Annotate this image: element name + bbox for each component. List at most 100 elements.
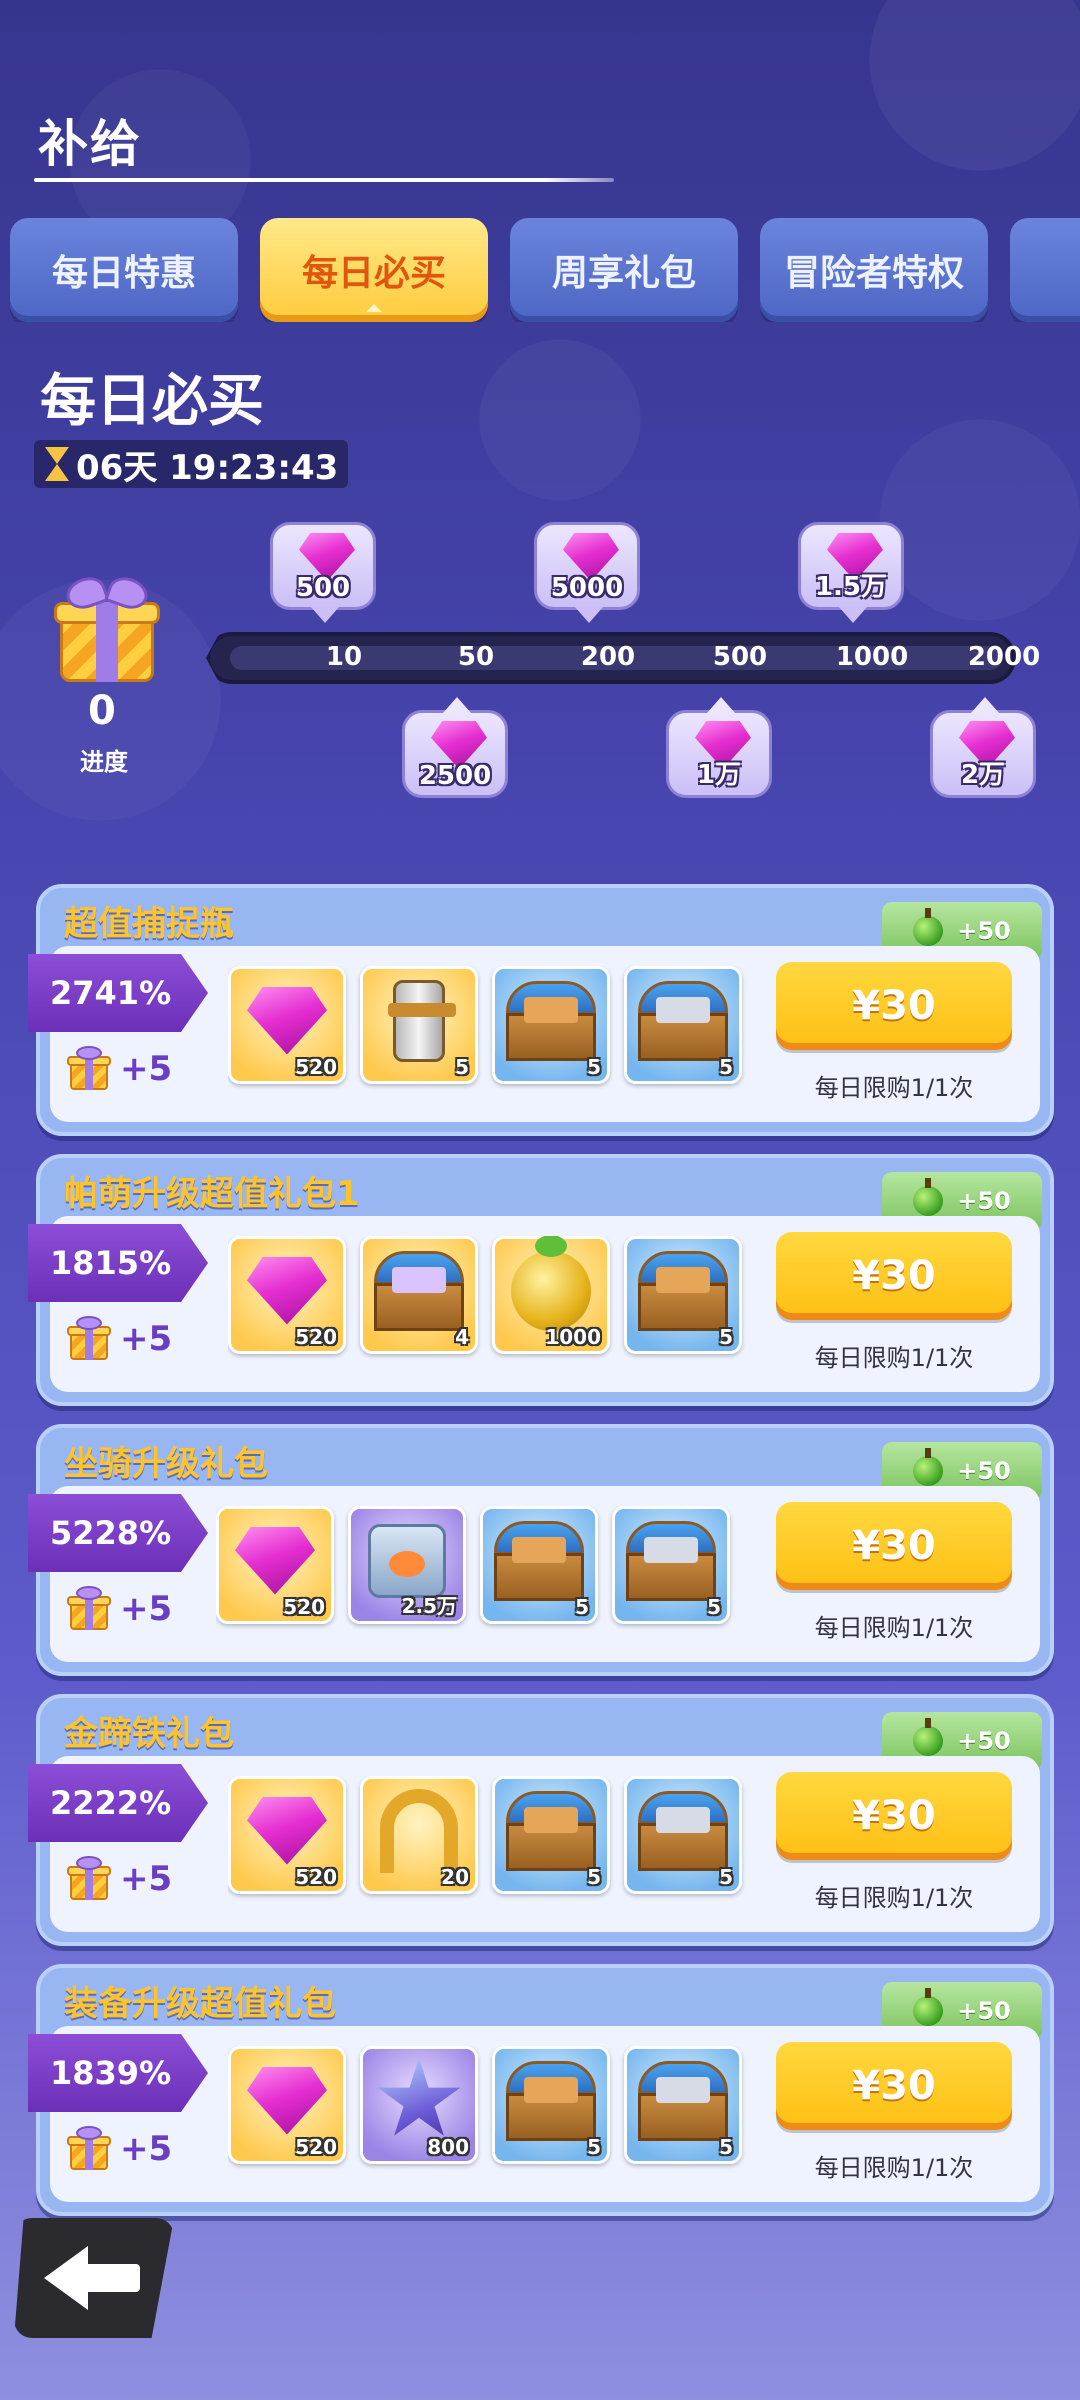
reward-item[interactable]: 520 (228, 1236, 346, 1354)
reward-item[interactable]: 4 (360, 1236, 478, 1354)
reward-item[interactable]: 1000 (492, 1236, 610, 1354)
buy-button[interactable]: ¥30 (776, 1502, 1012, 1590)
reward-item[interactable]: 20 (360, 1776, 478, 1894)
tab-daily-must-buy[interactable]: 每日必买 (260, 218, 488, 322)
green-apple-icon (913, 1448, 944, 1486)
buy-button[interactable]: ¥30 (776, 1232, 1012, 1320)
tab-bar: 每日特惠 每日必买 周享礼包 冒险者特权 营地 (10, 218, 1080, 322)
reward-item[interactable]: 5 (492, 1776, 610, 1894)
countdown-text: 06天 19:23:43 (76, 447, 339, 488)
value-percent-tag: 1839% (28, 2034, 208, 2112)
reward-item[interactable]: 5 (480, 1506, 598, 1624)
tab-camp[interactable]: 营地 (1010, 218, 1080, 322)
value-percent-tag: 2741% (28, 954, 208, 1032)
gift-icon (66, 2126, 112, 2172)
reward-item[interactable]: 800 (360, 2046, 478, 2164)
purchase-limit: 每日限购1/1次 (814, 1074, 974, 1102)
tab-daily-deals[interactable]: 每日特惠 (10, 218, 238, 322)
page-title: 补给 (38, 115, 142, 173)
offer-body: 5228% +5 520 2.5万 5 5 ¥30 每日限购1/1次 (28, 1486, 1040, 1662)
milestone-label: 500 (712, 642, 768, 672)
purchase-limit: 每日限购1/1次 (814, 1614, 974, 1642)
bonus-row: +5 (66, 1586, 172, 1632)
purchase-limit: 每日限购1/1次 (814, 1344, 974, 1372)
capture-bottle-icon (388, 979, 456, 1062)
green-apple-icon (913, 908, 944, 946)
milestone-label: 1000 (835, 642, 909, 672)
green-apple-icon (913, 1718, 944, 1756)
wooden-chest-icon (494, 1520, 584, 1601)
reward-item[interactable]: 5 (492, 966, 610, 1084)
section-title: 每日必买 (40, 369, 264, 434)
reward-item[interactable]: 520 (216, 1506, 334, 1624)
offer-card: 超值捕捉瓶 +50 2741% +5 520 5 5 5 ¥30 每日限购1/1… (28, 884, 1054, 1136)
milestone-reward[interactable]: 2500 (402, 697, 508, 798)
reward-item[interactable]: 520 (228, 2046, 346, 2164)
offer-card: 装备升级超值礼包 +50 1839% +5 520 800 5 5 ¥30 每日… (28, 1964, 1054, 2216)
buy-button[interactable]: ¥30 (776, 2042, 1012, 2130)
gem-icon (247, 2066, 327, 2135)
golden-fruit-icon (511, 1236, 591, 1331)
wooden-chest-icon (506, 2060, 596, 2141)
reward-item[interactable]: 5 (624, 2046, 742, 2164)
reward-items: 520 20 5 5 (228, 1776, 768, 1906)
star-crystal-icon (377, 2057, 461, 2136)
back-arrow-icon (44, 2246, 144, 2310)
silver-chest-icon (638, 2060, 728, 2141)
back-button[interactable] (14, 2218, 174, 2338)
reward-item[interactable]: 520 (228, 1776, 346, 1894)
offer-card: 帕萌升级超值礼包1 +50 1815% +5 520 4 1000 5 ¥30 … (28, 1154, 1054, 1406)
title-underline (34, 178, 614, 182)
reward-items: 520 5 5 5 (228, 966, 768, 1096)
offer-body: 1839% +5 520 800 5 5 ¥30 每日限购1/1次 (28, 2026, 1040, 2202)
gem-icon (247, 1256, 327, 1325)
offer-name: 金蹄铁礼包 (64, 1714, 234, 1754)
reward-item[interactable]: 5 (624, 1776, 742, 1894)
reward-item[interactable]: 5 (624, 1236, 742, 1354)
offer-body: 2222% +5 520 20 5 5 ¥30 每日限购1/1次 (28, 1756, 1040, 1932)
bonus-row: +5 (66, 2126, 172, 2172)
silver-chest-icon (626, 1520, 716, 1601)
reward-item[interactable]: 5 (624, 966, 742, 1084)
value-percent-tag: 1815% (28, 1224, 208, 1302)
offer-name: 超值捕捉瓶 (64, 904, 234, 944)
offer-name: 装备升级超值礼包 (64, 1984, 336, 2024)
gift-icon (66, 1586, 112, 1632)
gift-icon (66, 1046, 112, 1092)
silver-chest-icon (638, 980, 728, 1061)
reward-item[interactable]: 5 (492, 2046, 610, 2164)
reward-items: 520 2.5万 5 5 (216, 1506, 756, 1636)
hourglass-icon (42, 445, 72, 483)
reward-items: 520 800 5 5 (228, 2046, 768, 2176)
progress-gift-icon[interactable] (52, 572, 162, 684)
milestone-reward[interactable]: 5000 (534, 522, 640, 623)
reward-item[interactable]: 5 (612, 1506, 730, 1624)
milestone-reward[interactable]: 1万 (666, 697, 772, 798)
milestone-label: 2000 (967, 642, 1041, 672)
pet-food-can-icon (368, 1523, 446, 1598)
milestone-reward[interactable]: 1.5万 (798, 522, 904, 623)
milestone-reward[interactable]: 500 (270, 522, 376, 623)
tab-adventurer-privilege[interactable]: 冒险者特权 (760, 218, 988, 322)
reward-item[interactable]: 520 (228, 966, 346, 1084)
offer-card: 坐骑升级礼包 +50 5228% +5 520 2.5万 5 5 ¥30 每日限… (28, 1424, 1054, 1676)
gift-icon (66, 1316, 112, 1362)
crystal-chest-icon (374, 1250, 464, 1331)
wooden-chest-icon (506, 1790, 596, 1871)
tab-weekly-pack[interactable]: 周享礼包 (510, 218, 738, 322)
green-apple-icon (913, 1178, 944, 1216)
buy-button[interactable]: ¥30 (776, 1772, 1012, 1860)
offer-card: 金蹄铁礼包 +50 2222% +5 520 20 5 5 ¥30 每日限购1/… (28, 1694, 1054, 1946)
bonus-row: +5 (66, 1046, 172, 1092)
milestone-label: 200 (580, 642, 636, 672)
reward-item[interactable]: 5 (360, 966, 478, 1084)
gem-icon (235, 1526, 315, 1595)
milestone-reward[interactable]: 2万 (930, 697, 1036, 798)
reward-item[interactable]: 2.5万 (348, 1506, 466, 1624)
offer-name: 帕萌升级超值礼包1 (64, 1174, 360, 1214)
progress-value: 0 (88, 688, 116, 734)
offer-body: 2741% +5 520 5 5 5 ¥30 每日限购1/1次 (28, 946, 1040, 1122)
wooden-chest-icon (638, 1250, 728, 1331)
buy-button[interactable]: ¥30 (776, 962, 1012, 1050)
milestone-label: 10 (325, 642, 363, 672)
